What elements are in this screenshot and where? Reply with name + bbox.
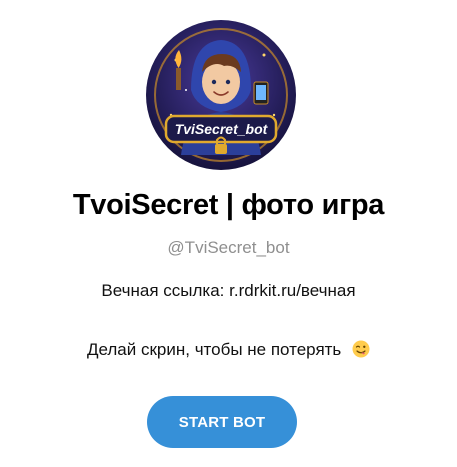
start-bot-button[interactable]: START BOT: [147, 396, 297, 448]
hooded-boy-avatar-icon: [146, 20, 296, 170]
avatar-badge-text: TviSecret_bot: [174, 121, 268, 137]
bot-profile-page: TviSecret_bot TvoiSecret | фото игра @Tv…: [0, 0, 457, 467]
description-line-2-text: Делай скрин, чтобы не потерять: [86, 340, 342, 359]
bot-username: @TviSecret_bot: [167, 238, 290, 257]
bot-title: TvoiSecret | фото игра: [72, 189, 385, 221]
winking-face-with-tongue-icon: [352, 340, 370, 358]
description-line-1: Вечная ссылка: r.rdrkit.ru/вечная: [101, 281, 356, 300]
bot-avatar: TviSecret_bot: [146, 20, 296, 170]
description-line-2: Делай скрин, чтобы не потерять: [0, 340, 457, 360]
